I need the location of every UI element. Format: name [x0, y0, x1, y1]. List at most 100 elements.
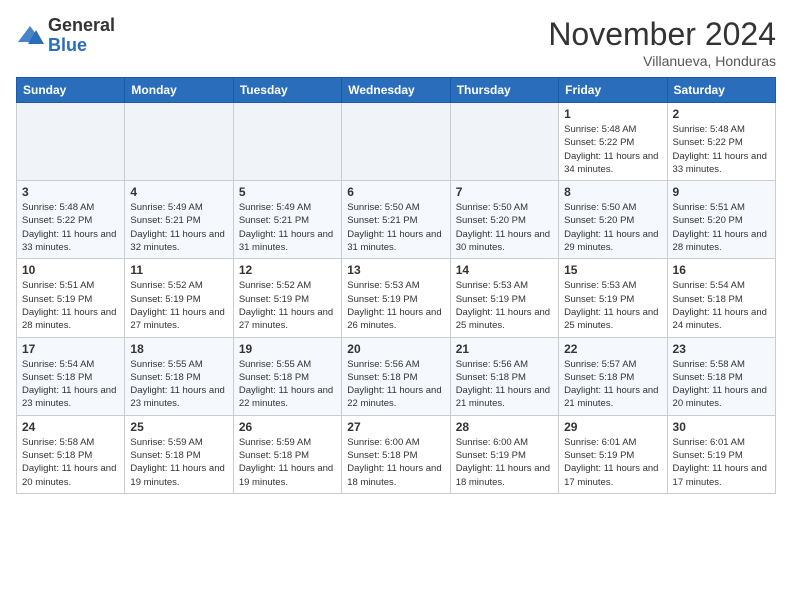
- day-number: 13: [347, 263, 444, 277]
- title-area: November 2024 Villanueva, Honduras: [548, 16, 776, 69]
- day-info: Sunrise: 6:01 AM Sunset: 5:19 PM Dayligh…: [564, 436, 661, 489]
- calendar-day-cell: 15Sunrise: 5:53 AM Sunset: 5:19 PM Dayli…: [559, 259, 667, 337]
- calendar-day-cell: 13 Sunrise: 5:53 AM Sunset: 5:19 PM Dayli…: [342, 259, 450, 337]
- calendar-day-cell: 1 Sunrise: 5:48 AM Sunset: 5:22 PM Daylig…: [559, 103, 667, 181]
- calendar-day-cell: 18 Sunrise: 5:55 AM Sunset: 5:18 PM Dayli…: [125, 337, 233, 415]
- day-info: Sunrise: 5:49 AM Sunset: 5:21 PM Dayligh…: [130, 201, 227, 254]
- day-number: 3: [22, 185, 119, 199]
- day-info: Sunrise: 5:55 AM Sunset: 5:18 PM Dayligh…: [130, 358, 227, 411]
- day-number: 18: [130, 342, 227, 356]
- calendar-day-cell: [125, 103, 233, 181]
- calendar-day-cell: 25Sunrise: 5:59 AM Sunset: 5:18 PM Dayli…: [125, 415, 233, 493]
- calendar-day-cell: 14 Sunrise: 5:53 AM Sunset: 5:19 PM Dayli…: [450, 259, 558, 337]
- day-number: 29: [564, 420, 661, 434]
- day-info: Sunrise: 5:58 AM Sunset: 5:18 PM Dayligh…: [22, 436, 119, 489]
- day-info: Sunrise: 5:53 AM Sunset: 5:19 PM Dayligh…: [347, 279, 444, 332]
- day-info: Sunrise: 5:51 AM Sunset: 5:20 PM Dayligh…: [673, 201, 770, 254]
- day-info: Sunrise: 5:57 AM Sunset: 5:18 PM Dayligh…: [564, 358, 661, 411]
- day-info: Sunrise: 5:50 AM Sunset: 5:21 PM Dayligh…: [347, 201, 444, 254]
- day-number: 1: [564, 107, 661, 121]
- weekday-header: Thursday: [450, 78, 558, 103]
- day-info: Sunrise: 5:48 AM Sunset: 5:22 PM Dayligh…: [22, 201, 119, 254]
- day-number: 15: [564, 263, 661, 277]
- day-number: 28: [456, 420, 553, 434]
- day-info: Sunrise: 5:54 AM Sunset: 5:18 PM Dayligh…: [673, 279, 770, 332]
- day-number: 4: [130, 185, 227, 199]
- weekday-header: Tuesday: [233, 78, 341, 103]
- calendar-day-cell: 30 Sunrise: 6:01 AM Sunset: 5:19 PM Dayli…: [667, 415, 775, 493]
- calendar-day-cell: 22 Sunrise: 5:57 AM Sunset: 5:18 PM Dayli…: [559, 337, 667, 415]
- calendar-day-cell: 3 Sunrise: 5:48 AM Sunset: 5:22 PM Daylig…: [17, 181, 125, 259]
- calendar-day-cell: 29 Sunrise: 6:01 AM Sunset: 5:19 PM Dayli…: [559, 415, 667, 493]
- day-info: Sunrise: 6:00 AM Sunset: 5:18 PM Dayligh…: [347, 436, 444, 489]
- weekday-header-row: SundayMondayTuesdayWednesdayThursdayFrid…: [17, 78, 776, 103]
- calendar-day-cell: 20Sunrise: 5:56 AM Sunset: 5:18 PM Dayli…: [342, 337, 450, 415]
- day-number: 19: [239, 342, 336, 356]
- day-number: 14: [456, 263, 553, 277]
- calendar-day-cell: 19 Sunrise: 5:55 AM Sunset: 5:18 PM Dayli…: [233, 337, 341, 415]
- day-number: 22: [564, 342, 661, 356]
- calendar-day-cell: 16 Sunrise: 5:54 AM Sunset: 5:18 PM Dayli…: [667, 259, 775, 337]
- day-number: 25: [130, 420, 227, 434]
- logo-blue: Blue: [48, 35, 87, 55]
- calendar-day-cell: 6 Sunrise: 5:50 AM Sunset: 5:21 PM Daylig…: [342, 181, 450, 259]
- calendar-day-cell: [233, 103, 341, 181]
- day-info: Sunrise: 5:56 AM Sunset: 5:18 PM Dayligh…: [456, 358, 553, 411]
- calendar-day-cell: 9Sunrise: 5:51 AM Sunset: 5:20 PM Daylig…: [667, 181, 775, 259]
- calendar-day-cell: 11 Sunrise: 5:52 AM Sunset: 5:19 PM Dayli…: [125, 259, 233, 337]
- day-info: Sunrise: 5:48 AM Sunset: 5:22 PM Dayligh…: [673, 123, 770, 176]
- day-number: 21: [456, 342, 553, 356]
- logo-general: General: [48, 15, 115, 35]
- day-info: Sunrise: 5:48 AM Sunset: 5:22 PM Dayligh…: [564, 123, 661, 176]
- day-info: Sunrise: 5:55 AM Sunset: 5:18 PM Dayligh…: [239, 358, 336, 411]
- day-number: 23: [673, 342, 770, 356]
- weekday-header: Sunday: [17, 78, 125, 103]
- calendar-day-cell: 17Sunrise: 5:54 AM Sunset: 5:18 PM Dayli…: [17, 337, 125, 415]
- day-number: 2: [673, 107, 770, 121]
- calendar-day-cell: 4 Sunrise: 5:49 AM Sunset: 5:21 PM Daylig…: [125, 181, 233, 259]
- calendar-table: SundayMondayTuesdayWednesdayThursdayFrid…: [16, 77, 776, 494]
- calendar-day-cell: 8 Sunrise: 5:50 AM Sunset: 5:20 PM Daylig…: [559, 181, 667, 259]
- calendar-day-cell: 2 Sunrise: 5:48 AM Sunset: 5:22 PM Daylig…: [667, 103, 775, 181]
- calendar-day-cell: [342, 103, 450, 181]
- day-number: 26: [239, 420, 336, 434]
- day-info: Sunrise: 6:00 AM Sunset: 5:19 PM Dayligh…: [456, 436, 553, 489]
- day-number: 30: [673, 420, 770, 434]
- weekday-header: Monday: [125, 78, 233, 103]
- calendar-day-cell: 10Sunrise: 5:51 AM Sunset: 5:19 PM Dayli…: [17, 259, 125, 337]
- day-info: Sunrise: 5:56 AM Sunset: 5:18 PM Dayligh…: [347, 358, 444, 411]
- day-number: 6: [347, 185, 444, 199]
- calendar-week-row: 24Sunrise: 5:58 AM Sunset: 5:18 PM Dayli…: [17, 415, 776, 493]
- day-info: Sunrise: 5:52 AM Sunset: 5:19 PM Dayligh…: [239, 279, 336, 332]
- day-number: 8: [564, 185, 661, 199]
- day-info: Sunrise: 5:59 AM Sunset: 5:18 PM Dayligh…: [239, 436, 336, 489]
- calendar-week-row: 1 Sunrise: 5:48 AM Sunset: 5:22 PM Daylig…: [17, 103, 776, 181]
- calendar-day-cell: 24Sunrise: 5:58 AM Sunset: 5:18 PM Dayli…: [17, 415, 125, 493]
- day-number: 17: [22, 342, 119, 356]
- location: Villanueva, Honduras: [548, 53, 776, 69]
- calendar-day-cell: 27 Sunrise: 6:00 AM Sunset: 5:18 PM Dayli…: [342, 415, 450, 493]
- day-number: 12: [239, 263, 336, 277]
- calendar-day-cell: 7Sunrise: 5:50 AM Sunset: 5:20 PM Daylig…: [450, 181, 558, 259]
- month-title: November 2024: [548, 16, 776, 53]
- day-info: Sunrise: 5:49 AM Sunset: 5:21 PM Dayligh…: [239, 201, 336, 254]
- weekday-header: Wednesday: [342, 78, 450, 103]
- day-number: 11: [130, 263, 227, 277]
- day-info: Sunrise: 5:50 AM Sunset: 5:20 PM Dayligh…: [456, 201, 553, 254]
- day-info: Sunrise: 5:50 AM Sunset: 5:20 PM Dayligh…: [564, 201, 661, 254]
- day-number: 10: [22, 263, 119, 277]
- logo: General Blue: [16, 16, 115, 55]
- calendar-day-cell: 21 Sunrise: 5:56 AM Sunset: 5:18 PM Dayli…: [450, 337, 558, 415]
- day-info: Sunrise: 6:01 AM Sunset: 5:19 PM Dayligh…: [673, 436, 770, 489]
- day-info: Sunrise: 5:58 AM Sunset: 5:18 PM Dayligh…: [673, 358, 770, 411]
- weekday-header: Saturday: [667, 78, 775, 103]
- day-info: Sunrise: 5:53 AM Sunset: 5:19 PM Dayligh…: [456, 279, 553, 332]
- day-number: 27: [347, 420, 444, 434]
- weekday-header: Friday: [559, 78, 667, 103]
- day-number: 16: [673, 263, 770, 277]
- calendar-day-cell: 26 Sunrise: 5:59 AM Sunset: 5:18 PM Dayli…: [233, 415, 341, 493]
- day-info: Sunrise: 5:52 AM Sunset: 5:19 PM Dayligh…: [130, 279, 227, 332]
- calendar-week-row: 3 Sunrise: 5:48 AM Sunset: 5:22 PM Daylig…: [17, 181, 776, 259]
- calendar-day-cell: 5Sunrise: 5:49 AM Sunset: 5:21 PM Daylig…: [233, 181, 341, 259]
- page-header: General Blue November 2024 Villanueva, H…: [16, 16, 776, 69]
